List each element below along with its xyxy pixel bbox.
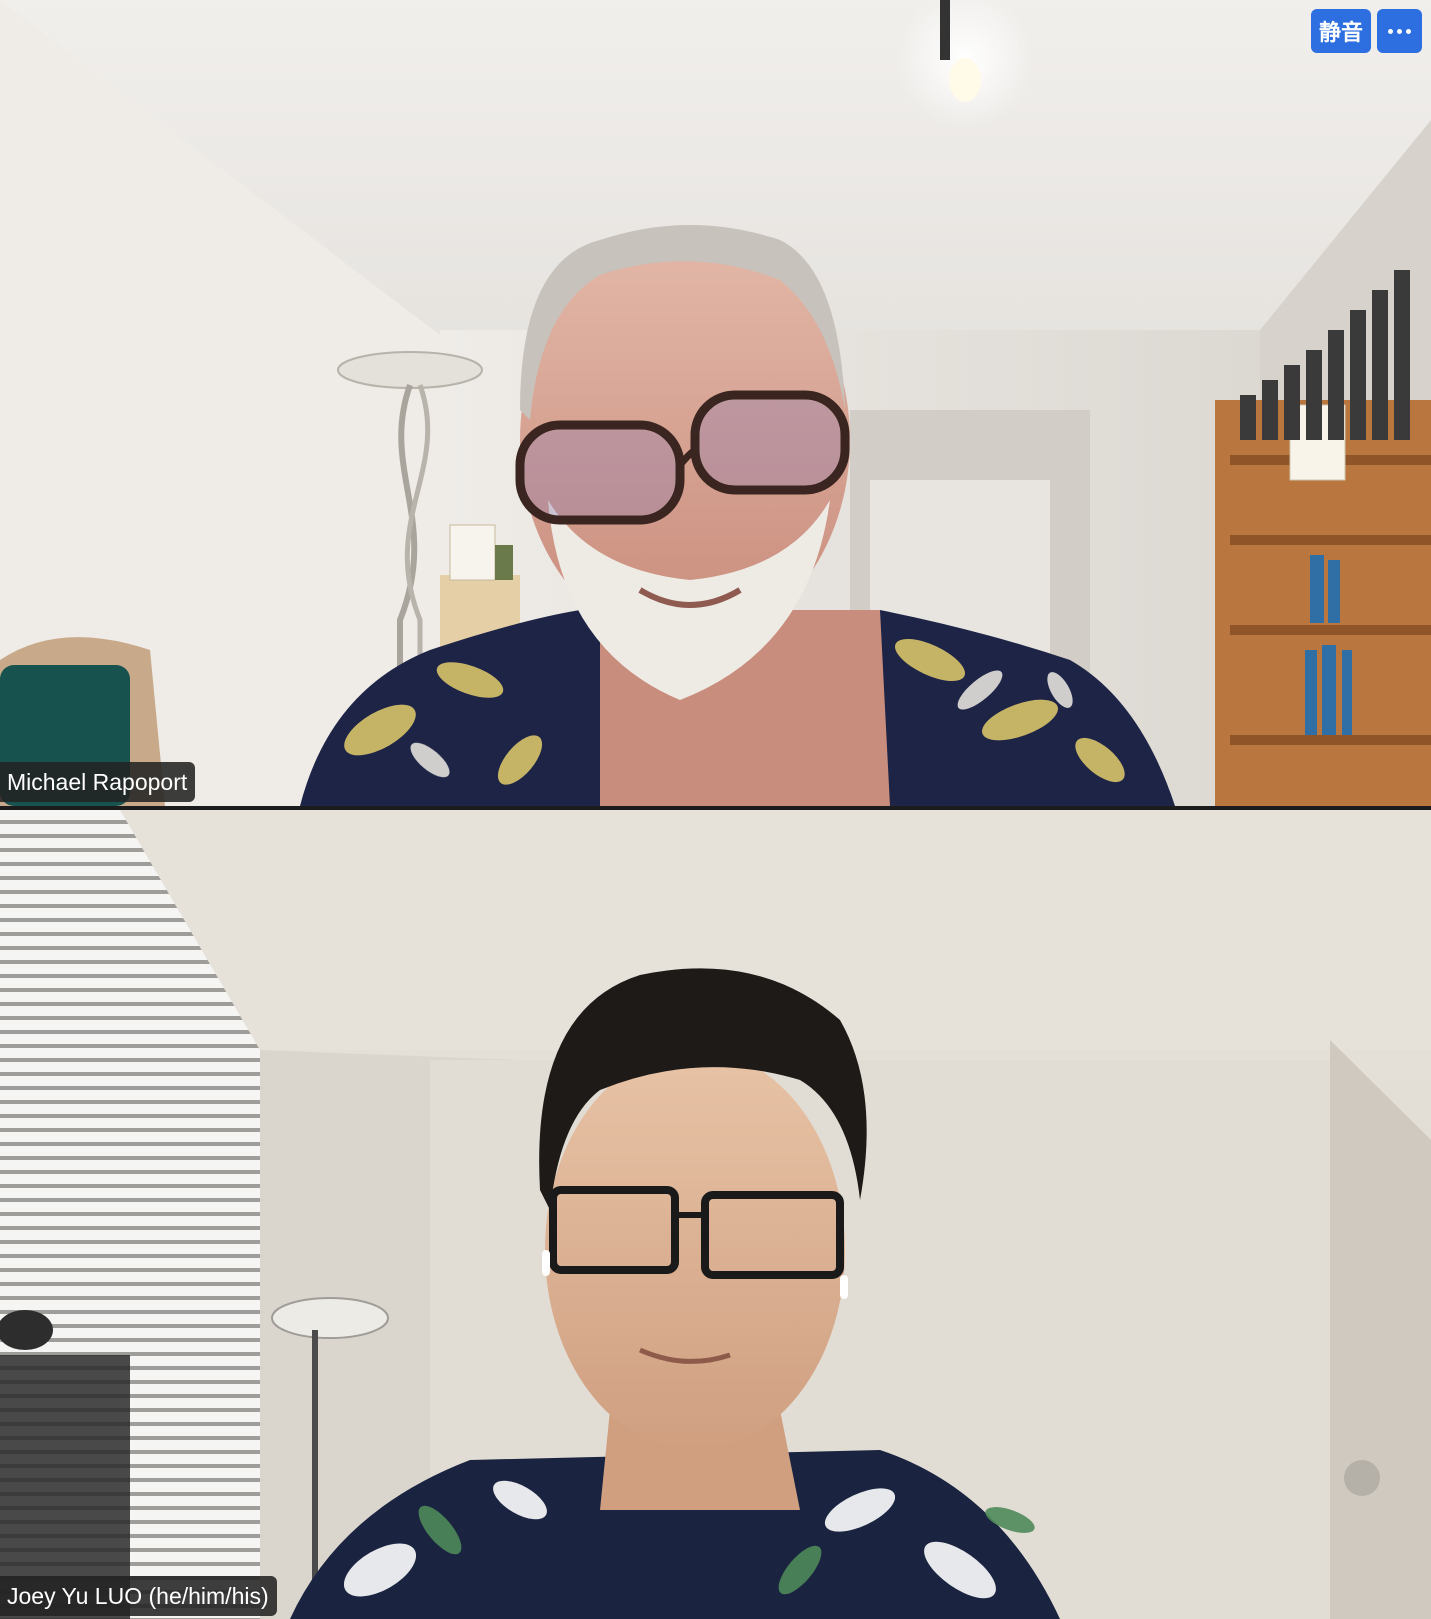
participant-name-label: Joey Yu LUO (he/him/his) [0, 1576, 277, 1616]
participant-video-feed [0, 810, 1431, 1619]
tile-controls: 静音 [1311, 9, 1422, 53]
participant-tile-joey[interactable]: Joey Yu LUO (he/him/his) [0, 810, 1431, 1619]
mute-button[interactable]: 静音 [1311, 9, 1371, 53]
video-gallery: Michael Rapoport Joey Yu LUO (he/him/his… [0, 0, 1431, 1619]
participant-name-label: Michael Rapoport [0, 762, 196, 802]
participant-video-feed [0, 0, 1431, 806]
participant-tile-michael[interactable]: Michael Rapoport [0, 0, 1431, 806]
more-options-button[interactable] [1377, 9, 1422, 53]
ellipsis-icon [1388, 28, 1393, 34]
